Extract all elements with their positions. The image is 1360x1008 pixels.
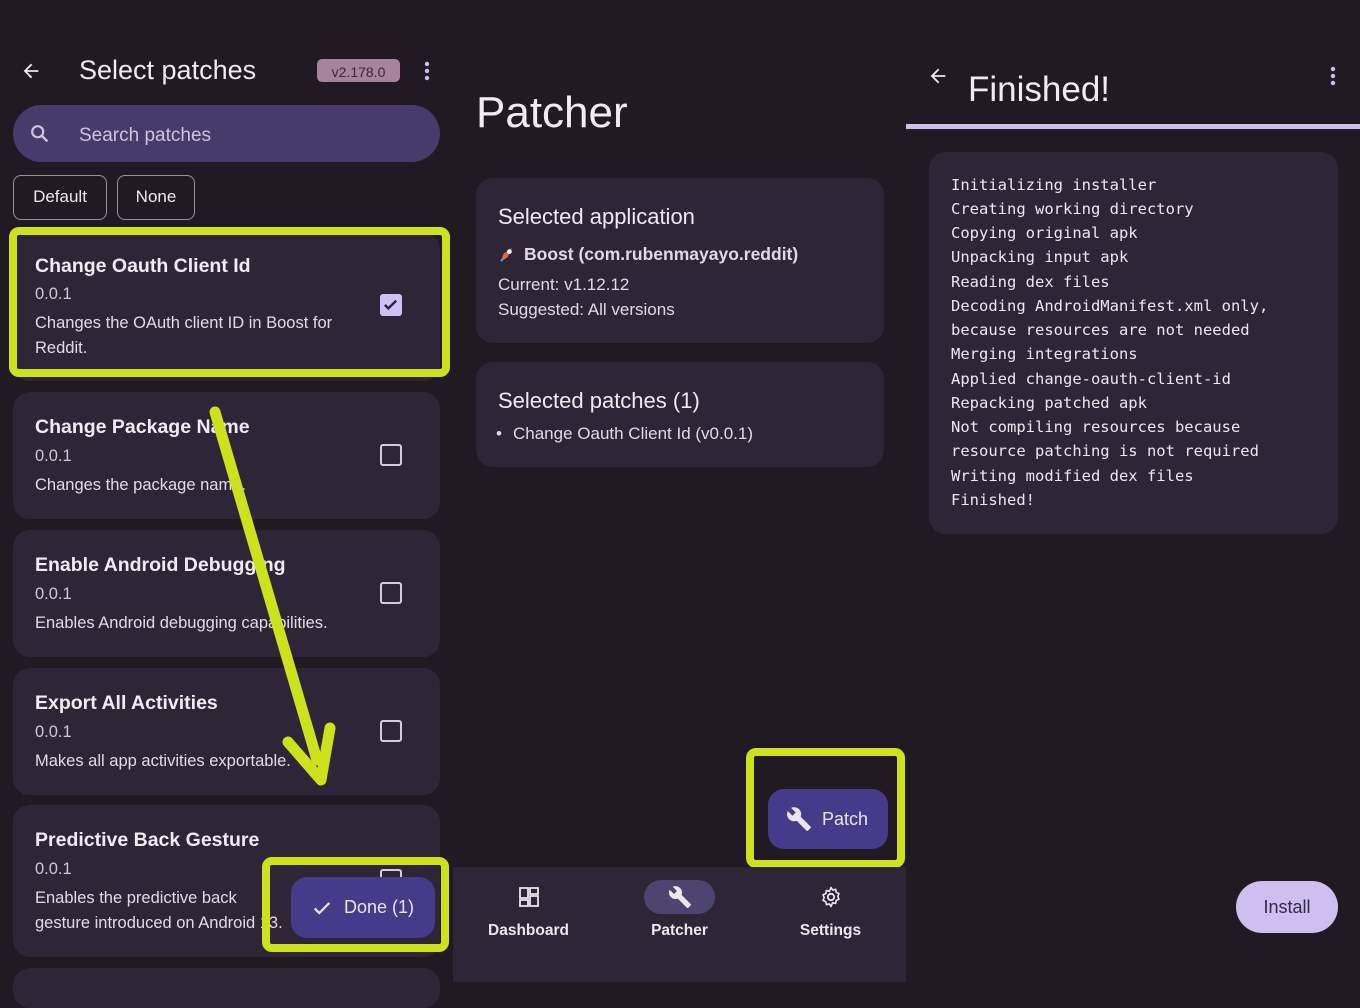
nav-label: Settings (799, 922, 862, 939)
selected-application-card[interactable]: Selected application Boost (com.rubenmay… (476, 178, 884, 343)
log-line: Finished! (951, 491, 1035, 509)
patch-name: Enable Android Debugging (35, 554, 286, 576)
select-patches-screen: Select patches v2.178.0 Search patches D… (0, 0, 453, 1008)
patch-description: Changes the package name. (35, 476, 246, 494)
log-line: Not compiling resources because (951, 418, 1241, 436)
patch-name: Predictive Back Gesture (35, 829, 260, 851)
patch-checkbox[interactable] (380, 582, 402, 604)
search-icon (28, 122, 52, 146)
patch-card-enable-android-debugging[interactable]: Enable Android Debugging 0.0.1 Enables A… (13, 530, 440, 657)
suggested-version: Suggested: All versions (498, 300, 675, 319)
done-button[interactable]: Done (1) (291, 877, 435, 938)
patch-button[interactable]: Patch (768, 789, 888, 849)
patcher-title: Patcher (476, 88, 628, 137)
nav-item-settings[interactable]: Settings (755, 867, 906, 982)
patch-description: Enables Android debugging capabilities. (35, 614, 328, 632)
patch-description: Enables the predictive back gesture intr… (35, 889, 283, 932)
patch-description: Makes all app activities exportable. (35, 752, 291, 770)
app-icon (497, 244, 517, 264)
patch-checkbox[interactable] (380, 720, 402, 742)
progress-bar (906, 124, 1360, 129)
log-line: Unpacking input apk (951, 248, 1129, 266)
search-placeholder: Search patches (79, 125, 212, 146)
log-line: because resources are not needed (951, 321, 1250, 339)
patch-checkbox[interactable] (380, 444, 402, 466)
patch-version: 0.0.1 (35, 447, 72, 465)
patch-label: Patch (822, 808, 869, 829)
log-line: Applied change-oauth-client-id (951, 370, 1231, 388)
more-vert-icon[interactable] (1321, 63, 1345, 89)
dashboard-icon (493, 880, 564, 914)
current-version: Current: v1.12.12 (498, 275, 630, 294)
search-input[interactable]: Search patches (13, 105, 440, 162)
done-label: Done (1) (344, 897, 415, 917)
log-line: Repacking patched apk (951, 394, 1147, 412)
chip-default[interactable]: Default (13, 175, 107, 220)
patch-version: 0.0.1 (35, 723, 72, 741)
wrench-icon (644, 880, 715, 914)
gear-icon (795, 880, 866, 914)
patch-version: 0.0.1 (35, 285, 72, 303)
log-line: Decoding AndroidManifest.xml only, (951, 297, 1269, 315)
nav-label: Dashboard (488, 922, 569, 939)
version-badge[interactable]: v2.178.0 (317, 59, 400, 82)
install-button[interactable]: Install (1236, 881, 1338, 933)
log-line: Reading dex files (951, 273, 1110, 291)
page-title: Select patches (79, 55, 257, 85)
patch-card-export-all-activities[interactable]: Export All Activities 0.0.1 Makes all ap… (13, 668, 440, 795)
log-line: Initializing installer (951, 176, 1157, 194)
log-line: Merging integrations (951, 345, 1138, 363)
chip-none[interactable]: None (117, 175, 195, 220)
back-arrow-icon[interactable] (925, 63, 951, 89)
selected-patches-card[interactable]: Selected patches (1) • Change Oauth Clie… (476, 362, 884, 467)
patch-name: Change Package Name (35, 416, 250, 438)
patch-card-change-oauth-client-id[interactable]: Change Oauth Client Id 0.0.1 Changes the… (13, 233, 440, 381)
selected-patch-item: Change Oauth Client Id (v0.0.1) (513, 424, 754, 443)
patch-description: Changes the OAuth client ID in Boost for… (35, 314, 333, 357)
bottom-navigation: Dashboard Patcher Settings (453, 867, 906, 982)
check-icon (311, 897, 333, 919)
nav-item-dashboard[interactable]: Dashboard (453, 867, 604, 982)
patch-checkbox[interactable] (380, 294, 402, 316)
log-line: Creating working directory (951, 200, 1194, 218)
patch-card-partial[interactable] (13, 968, 440, 1008)
card-heading: Selected application (498, 204, 695, 229)
list-bullet: • (496, 424, 502, 443)
wrench-icon (786, 806, 812, 832)
patch-name: Change Oauth Client Id (35, 255, 251, 277)
back-arrow-icon[interactable] (18, 58, 44, 84)
finished-title: Finished! (968, 70, 1111, 109)
patch-card-change-package-name[interactable]: Change Package Name 0.0.1 Changes the pa… (13, 392, 440, 519)
patch-version: 0.0.1 (35, 860, 72, 878)
nav-label: Patcher (651, 922, 708, 939)
log-line: Copying original apk (951, 224, 1138, 242)
more-vert-icon[interactable] (415, 58, 439, 84)
log-output: Initializing installer Creating working … (929, 152, 1338, 534)
patch-name: Export All Activities (35, 692, 218, 714)
log-line: resource patching is not required (951, 442, 1259, 460)
patch-version: 0.0.1 (35, 585, 72, 603)
app-name: Boost (com.rubenmayayo.reddit) (524, 244, 799, 264)
card-heading: Selected patches (1) (498, 388, 700, 413)
log-line: Writing modified dex files (951, 467, 1194, 485)
nav-item-patcher[interactable]: Patcher (604, 867, 755, 982)
